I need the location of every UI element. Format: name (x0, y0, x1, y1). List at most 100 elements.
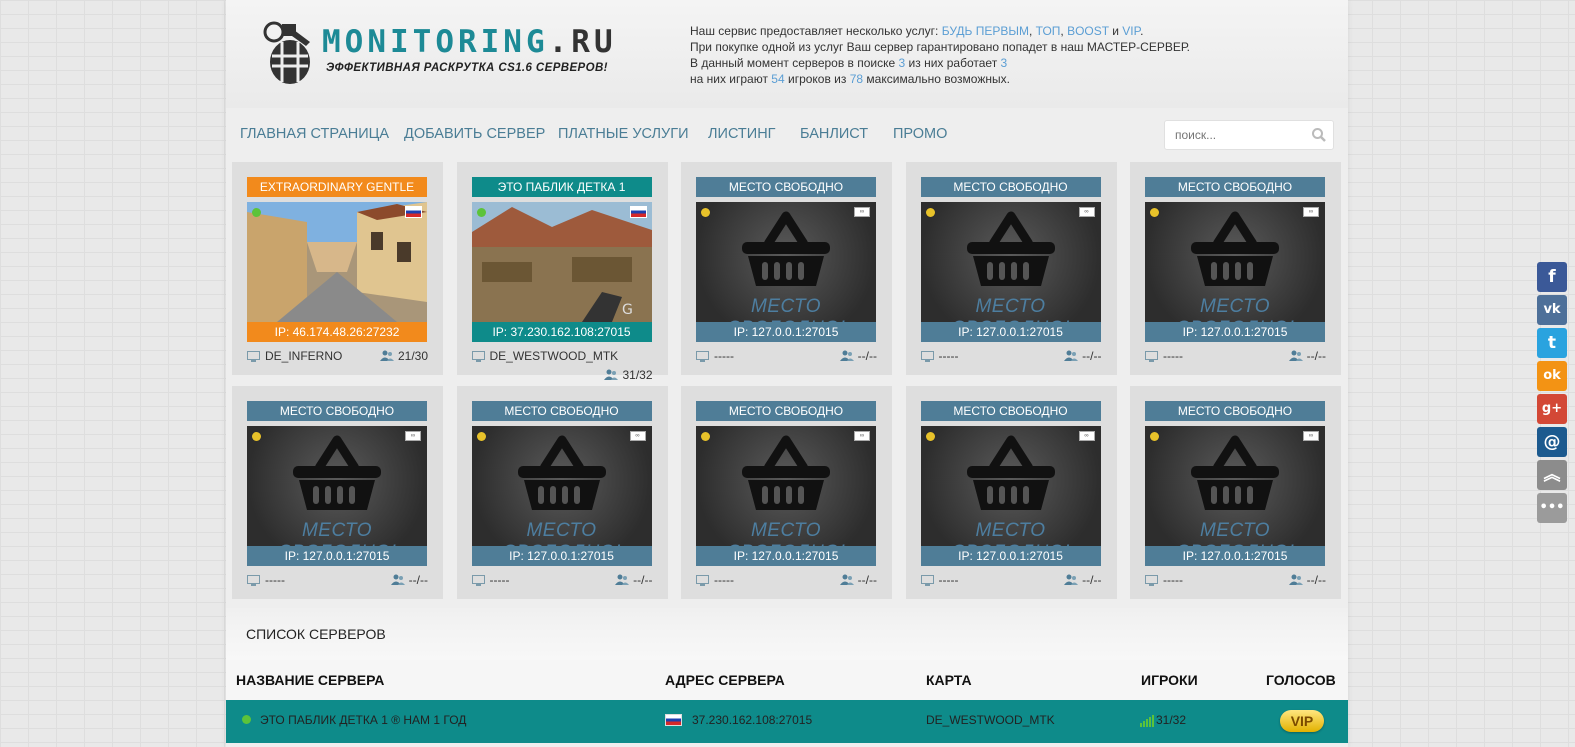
server-card[interactable]: МЕСТО СВОБОДНО МЕСТО СВОБОДНО! ∞ IP: 127.0.… (905, 162, 1117, 375)
twitter-icon[interactable]: t (1537, 328, 1567, 358)
row-server-address[interactable]: 37.230.162.108:27015 (692, 713, 812, 727)
card-image[interactable]: МЕСТО СВОБОДНО! ∞ (471, 426, 652, 546)
service-link-top[interactable]: ТОП (1036, 24, 1061, 38)
card-ip[interactable]: IP: 127.0.0.1:27015 (920, 322, 1101, 342)
basket-icon (742, 435, 830, 510)
row-server-name[interactable]: ЭТО ПАБЛИК ДЕТКА 1 ® НАМ 1 ГОД (260, 713, 466, 727)
odnoklassniki-icon[interactable]: ok (1537, 361, 1567, 391)
card-ip[interactable]: IP: 127.0.0.1:27015 (1145, 322, 1325, 342)
search-input[interactable] (1165, 121, 1305, 149)
card-map: ----- (696, 349, 734, 363)
search-icon[interactable] (1311, 127, 1327, 143)
card-image[interactable]: МЕСТО СВОБОДНО! ∞ (1145, 202, 1325, 322)
card-ip[interactable]: IP: 46.174.48.26:27232 (247, 322, 427, 342)
server-card[interactable]: МЕСТО СВОБОДНО МЕСТО СВОБОДНО! ∞ IP: 127.0.… (456, 386, 668, 599)
service-link-boost[interactable]: BOOST (1067, 24, 1109, 38)
card-image[interactable]: МЕСТО СВОБОДНО! ∞ (920, 202, 1101, 322)
card-ip[interactable]: IP: 127.0.0.1:27015 (471, 546, 652, 566)
server-card[interactable]: ЭТО ПАБЛИК ДЕТКА 1 G IP: 37.230.162.108:27… (456, 162, 668, 382)
unknown-flag-icon: ∞ (854, 431, 870, 441)
col-server-address[interactable]: АДРЕС СЕРВЕРА (665, 672, 785, 688)
card-ip[interactable]: IP: 127.0.0.1:27015 (696, 546, 876, 566)
mailru-icon[interactable]: @ (1537, 427, 1567, 457)
monitor-icon (247, 574, 260, 586)
card-map-label: DE_INFERNO (265, 349, 343, 363)
card-title[interactable]: МЕСТО СВОБОДНО (920, 401, 1101, 421)
card-title[interactable]: МЕСТО СВОБОДНО (1145, 401, 1325, 421)
row-map: DE_WESTWOOD_MTK (926, 713, 1055, 727)
russia-flag-icon (665, 714, 682, 726)
nav-promo[interactable]: Промо (893, 126, 947, 142)
col-server-name[interactable]: НАЗВАНИЕ СЕРВЕРА (236, 672, 384, 688)
nav-banlist[interactable]: Банлист (800, 126, 868, 142)
card-title[interactable]: МЕСТО СВОБОДНО (471, 401, 652, 421)
card-ip[interactable]: IP: 127.0.0.1:27015 (247, 546, 427, 566)
server-card[interactable]: EXTRAORDINARY GENTLE IP: 46.174.48.26:272… (232, 162, 443, 375)
card-title[interactable]: МЕСТО СВОБОДНО (696, 177, 876, 197)
card-image[interactable]: МЕСТО СВОБОДНО! ∞ (696, 426, 876, 546)
monitor-icon (696, 574, 709, 586)
card-ip[interactable]: IP: 127.0.0.1:27015 (696, 322, 876, 342)
card-image[interactable]: МЕСТО СВОБОДНО! ∞ (920, 426, 1101, 546)
vip-badge[interactable]: VIP (1280, 710, 1324, 732)
server-card[interactable]: МЕСТО СВОБОДНО МЕСТО СВОБОДНО! ∞ IP: 127.0.… (232, 386, 443, 599)
status-icon (1150, 432, 1159, 441)
card-map: ----- (471, 573, 510, 587)
card-title[interactable]: МЕСТО СВОБОДНО (920, 177, 1101, 197)
card-title[interactable]: МЕСТО СВОБОДНО (696, 401, 876, 421)
server-card[interactable]: МЕСТО СВОБОДНО МЕСТО СВОБОДНО! ∞ IP: 127.0.… (681, 162, 892, 375)
social-share-bar: f vk t ok g+ @ ︽ ••• (1537, 262, 1567, 526)
card-players: --/-- (390, 573, 428, 587)
server-list-title: СПИСОК СЕРВЕРОВ (246, 626, 386, 642)
monitor-icon (1145, 350, 1158, 362)
unknown-flag-icon: ∞ (629, 431, 646, 441)
logo-title: MONITORING.RU (322, 24, 617, 60)
free-slot-image: МЕСТО СВОБОДНО! (247, 426, 427, 546)
card-image[interactable]: G (471, 202, 652, 322)
row-players: 31/32 (1156, 713, 1187, 727)
card-image[interactable]: МЕСТО СВОБОДНО! ∞ (696, 202, 876, 322)
free-slot-image: МЕСТО СВОБОДНО! (920, 426, 1101, 546)
service-link-vip[interactable]: VIP (1122, 24, 1140, 38)
col-votes[interactable]: ГОЛОСОВ (1266, 672, 1336, 688)
card-ip[interactable]: IP: 37.230.162.108:27015 (471, 322, 652, 342)
server-card[interactable]: МЕСТО СВОБОДНО МЕСТО СВОБОДНО! ∞ IP: 127.0.… (905, 386, 1117, 599)
server-card[interactable]: МЕСТО СВОБОДНО МЕСТО СВОБОДНО! ∞ IP: 127.0.… (1130, 162, 1341, 375)
col-players[interactable]: ИГРОКИ (1141, 672, 1198, 688)
nav-listing[interactable]: Листинг (708, 126, 776, 142)
service-link-first[interactable]: БУДЬ ПЕРВЫМ (942, 24, 1029, 38)
card-image[interactable]: МЕСТО СВОБОДНО! ∞ (1145, 426, 1325, 546)
nav-add-server[interactable]: Добавить сервер (404, 126, 545, 142)
google-plus-icon[interactable]: g+ (1537, 394, 1567, 424)
card-ip[interactable]: IP: 127.0.0.1:27015 (1145, 546, 1325, 566)
card-map-label: ----- (938, 349, 959, 363)
server-card[interactable]: МЕСТО СВОБОДНО МЕСТО СВОБОДНО! ∞ IP: 127.0.… (1130, 386, 1341, 599)
col-map[interactable]: КАРТА (926, 672, 972, 688)
server-card[interactable]: МЕСТО СВОБОДНО МЕСТО СВОБОДНО! ∞ IP: 127.0.… (681, 386, 892, 599)
more-icon[interactable]: ••• (1537, 493, 1567, 523)
free-slot-text: МЕСТО СВОБОДНО! (951, 296, 1069, 322)
table-row[interactable]: ЭТО ПАБЛИК ДЕТКА 1 ® НАМ 1 ГОД 37.230.16… (226, 700, 1348, 743)
card-ip[interactable]: IP: 127.0.0.1:27015 (920, 546, 1101, 566)
server-table-header: НАЗВАНИЕ СЕРВЕРА АДРЕС СЕРВЕРА КАРТА ИГР… (226, 660, 1348, 700)
site-logo[interactable]: MONITORING.RU ЭФФЕКТИВНАЯ РАСКРУТКА CS1.… (260, 20, 620, 90)
card-title[interactable]: EXTRAORDINARY GENTLE (247, 177, 427, 197)
card-title[interactable]: ЭТО ПАБЛИК ДЕТКА 1 (471, 177, 652, 197)
basket-icon (293, 435, 381, 510)
status-icon (252, 432, 261, 441)
monitor-icon (471, 574, 485, 586)
vk-icon[interactable]: vk (1537, 295, 1567, 325)
players-icon (615, 574, 630, 585)
players-icon (839, 350, 854, 361)
card-title[interactable]: МЕСТО СВОБОДНО (247, 401, 427, 421)
facebook-icon[interactable]: f (1537, 262, 1567, 292)
card-title[interactable]: МЕСТО СВОБОДНО (1145, 177, 1325, 197)
scroll-up-icon[interactable]: ︽ (1537, 460, 1567, 490)
card-image[interactable]: МЕСТО СВОБОДНО! ∞ (247, 426, 427, 546)
card-map-label: ----- (489, 573, 510, 587)
card-map: ----- (1145, 573, 1183, 587)
nav-home[interactable]: Главная страница (240, 126, 389, 142)
nav-paid-services[interactable]: Платные услуги (558, 126, 689, 142)
card-image[interactable] (247, 202, 427, 322)
card-players: 21/30 (379, 349, 428, 363)
